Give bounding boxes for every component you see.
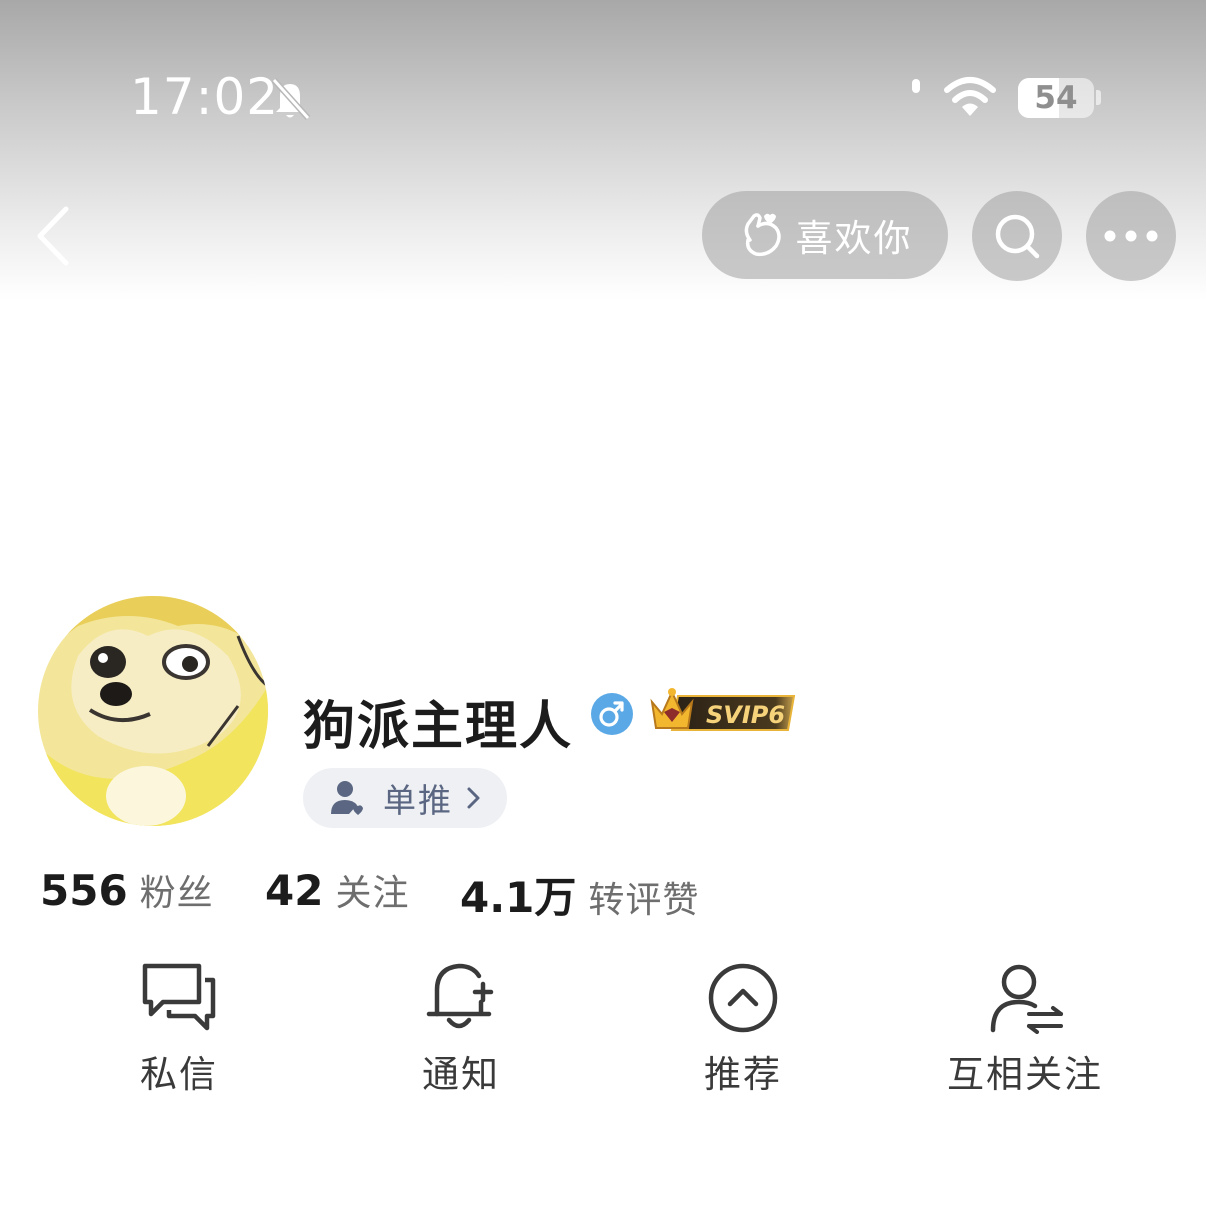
message-button[interactable]: 私信: [59, 958, 299, 1098]
search-button[interactable]: [972, 191, 1062, 281]
status-bar: 17:02 54: [0, 0, 1206, 190]
stat-following[interactable]: 42 关注: [265, 864, 409, 916]
battery-tip: [1096, 90, 1101, 105]
person-heart-icon: [331, 781, 363, 815]
mutual-follow-button[interactable]: 互相关注: [905, 958, 1145, 1098]
wifi-icon: [944, 77, 996, 116]
stat-label: 转评赞: [588, 880, 700, 921]
search-icon: [995, 214, 1040, 259]
stat-followers[interactable]: 556 粉丝: [40, 864, 214, 916]
doge-avatar-image: [38, 596, 268, 826]
message-icon: [142, 963, 216, 1031]
bell-off-icon: [271, 77, 311, 121]
stat-label: 粉丝: [139, 873, 214, 914]
tag-chip-button[interactable]: 单推: [303, 768, 507, 828]
mutual-follow-icon: [990, 964, 1063, 1034]
mutual-follow-label: 互相关注: [947, 1053, 1103, 1096]
stat-value: 4.1万: [460, 873, 577, 922]
message-label: 私信: [140, 1053, 218, 1096]
avatar[interactable]: [38, 596, 268, 826]
username: 狗派主理人: [303, 697, 574, 757]
stat-value: 556: [40, 866, 128, 915]
recommend-icon: [708, 963, 778, 1033]
battery-icon: 54: [1018, 78, 1094, 118]
tag-label: 单推: [383, 781, 453, 820]
notify-button[interactable]: 通知: [341, 958, 581, 1098]
signal-dot: [912, 79, 920, 93]
heart-hand-icon: [744, 213, 781, 257]
like-you-button[interactable]: 喜欢你: [702, 191, 948, 279]
male-icon: [591, 693, 633, 735]
chevron-left-icon[interactable]: [30, 205, 78, 267]
chevron-right-icon: [467, 787, 480, 809]
battery-level: 54: [1034, 80, 1078, 116]
stat-value: 42: [265, 866, 324, 915]
like-you-label: 喜欢你: [795, 217, 913, 260]
bell-plus-icon: [426, 963, 494, 1029]
svip-label: SVIP6: [706, 701, 785, 729]
recommend-label: 推荐: [704, 1053, 782, 1096]
profile-actions: 私信 通知 推荐 互相关注: [0, 958, 1206, 1098]
status-time: 17:02: [130, 68, 280, 126]
more-button[interactable]: [1086, 191, 1176, 281]
svip-badge[interactable]: SVIP6: [648, 686, 798, 736]
stat-interactions[interactable]: 4.1万 转评赞: [460, 864, 699, 925]
recommend-button[interactable]: 推荐: [623, 958, 863, 1098]
notify-label: 通知: [422, 1053, 500, 1096]
more-icon: [1104, 230, 1158, 242]
stat-label: 关注: [335, 873, 410, 914]
